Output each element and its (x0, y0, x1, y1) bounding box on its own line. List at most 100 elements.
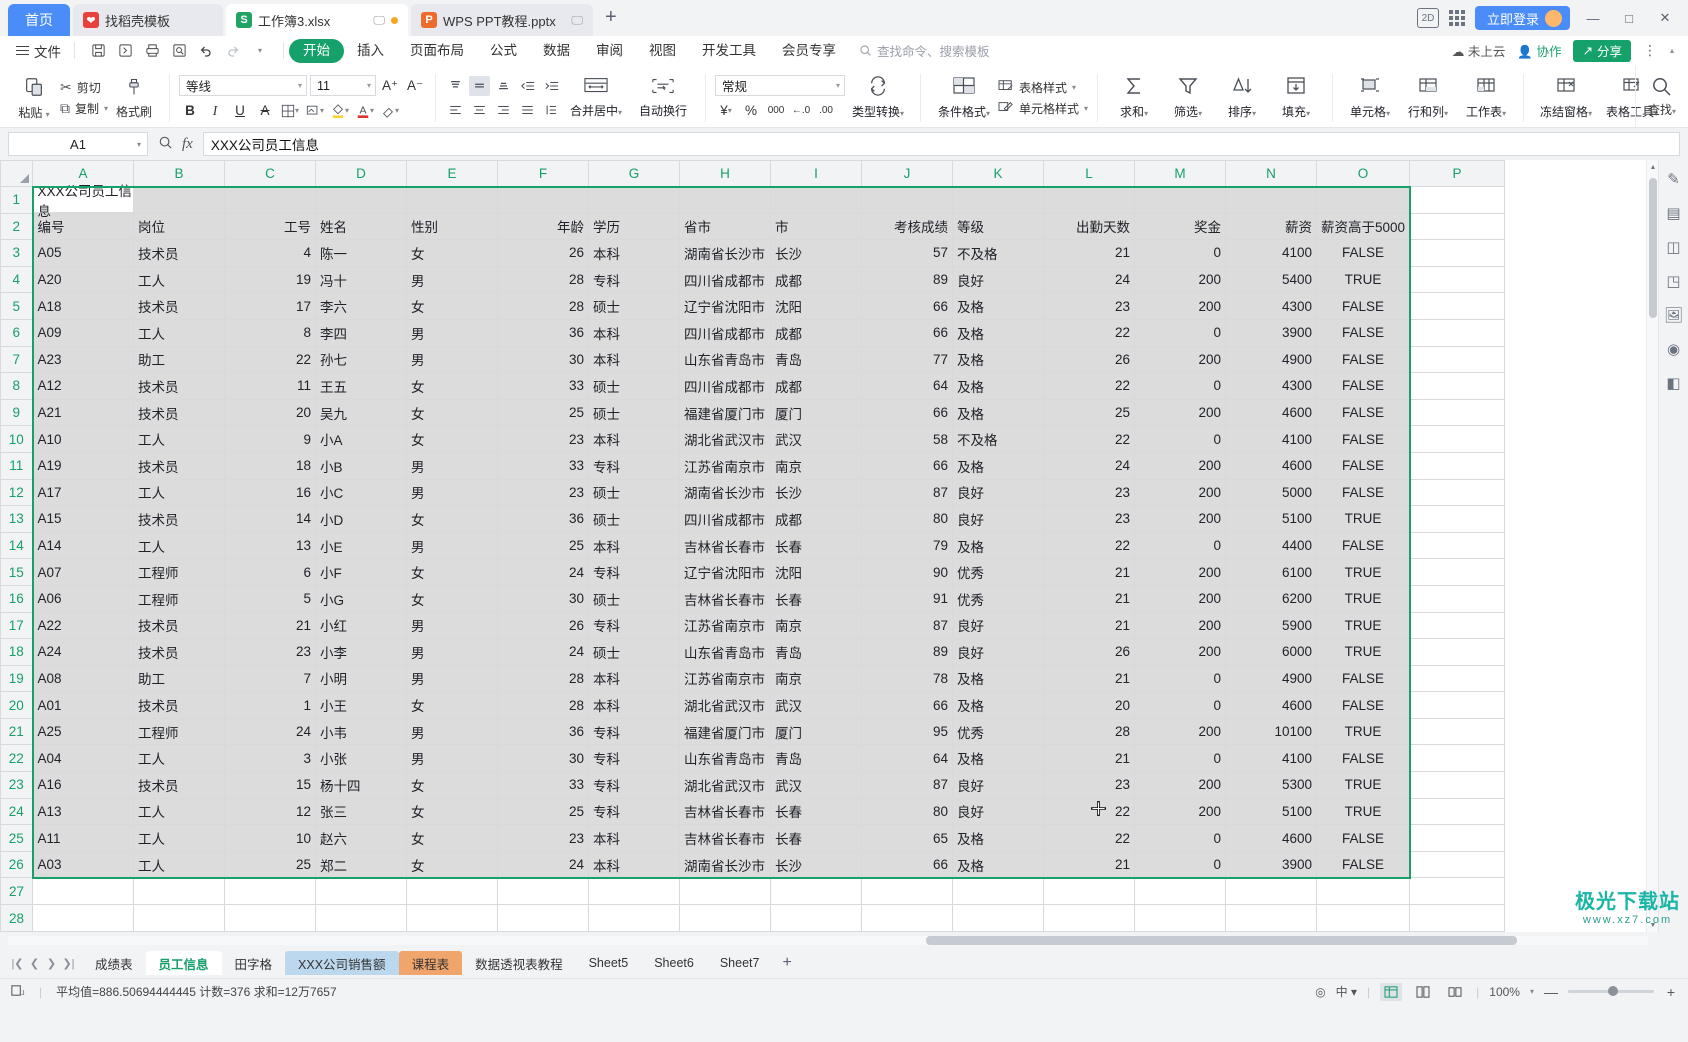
cell[interactable]: 男 (406, 664, 498, 693)
filter-button[interactable]: 筛选▾ (1161, 69, 1215, 127)
column-header-E[interactable]: E (406, 160, 498, 187)
cell[interactable]: 79 (861, 531, 953, 560)
cell[interactable] (224, 186, 316, 214)
cell[interactable] (1134, 904, 1226, 932)
text-orientation-button[interactable] (541, 100, 562, 120)
split-view-icon[interactable]: 2D (1416, 8, 1439, 28)
sheet-tab-sheet7[interactable]: Sheet7 (707, 951, 773, 975)
cell[interactable]: 硕士 (588, 398, 680, 427)
cell[interactable]: 及格 (952, 824, 1044, 852)
cell[interactable]: 优秀 (952, 717, 1044, 746)
freeze-panes-button[interactable]: 冻结窗格▾ (1533, 69, 1599, 127)
row-header-25[interactable]: 25 (0, 824, 34, 852)
cell[interactable]: 25 (497, 797, 589, 826)
conditional-format-button[interactable]: 条件格式▾ (930, 69, 998, 127)
cell[interactable]: 不及格 (952, 239, 1044, 267)
cell[interactable]: 奖金 (1134, 212, 1226, 241)
cell[interactable]: 30 (497, 345, 589, 374)
cell[interactable] (1409, 212, 1506, 241)
cell[interactable]: 200 (1134, 611, 1226, 640)
zoom-icon[interactable] (158, 135, 173, 153)
cell[interactable]: TRUE (1315, 771, 1411, 799)
cell[interactable] (1409, 691, 1506, 719)
cell[interactable]: 0 (1134, 318, 1226, 347)
column-header-C[interactable]: C (224, 160, 316, 187)
cell[interactable]: 33 (497, 372, 589, 400)
row-header-22[interactable]: 22 (0, 744, 34, 773)
cell[interactable]: 湖北省武汉市 (679, 425, 771, 453)
cell[interactable]: 及格 (952, 691, 1044, 719)
cell[interactable]: 78 (861, 664, 953, 693)
cell[interactable]: A05 (32, 239, 134, 267)
cell[interactable] (406, 877, 498, 906)
cell[interactable]: 技术员 (133, 611, 225, 640)
cell[interactable] (224, 904, 316, 932)
cell[interactable]: 10 (224, 824, 316, 852)
cell[interactable]: A15 (32, 505, 134, 533)
cell[interactable]: 湖南省长沙市 (679, 239, 771, 267)
cell[interactable]: 200 (1134, 451, 1226, 480)
cell[interactable]: 200 (1134, 478, 1226, 507)
hscroll-track[interactable] (8, 935, 1648, 945)
cell[interactable]: 硕士 (588, 478, 680, 507)
cell[interactable] (861, 904, 953, 932)
minimize-button[interactable]: — (1580, 11, 1606, 26)
cell[interactable]: 男 (406, 345, 498, 374)
cell[interactable]: 21 (1043, 239, 1135, 267)
worksheet-button[interactable]: 工作表▾ (1458, 69, 1514, 127)
cell[interactable] (1409, 611, 1506, 640)
zoom-level[interactable]: 100% (1489, 985, 1520, 999)
sheet-tab-yuangongxinxi[interactable]: 员工信息 (145, 951, 222, 975)
sheet-tab-kechengbiao[interactable]: 课程表 (398, 951, 463, 975)
fill-color-button[interactable]: ▾ (329, 100, 351, 121)
cell[interactable]: 87 (861, 771, 953, 799)
cell[interactable]: 良好 (952, 478, 1044, 507)
cell[interactable]: 200 (1134, 345, 1226, 374)
cell[interactable]: 66 (861, 850, 953, 879)
cell[interactable]: 小C (315, 478, 407, 507)
cell[interactable]: 23 (1043, 771, 1135, 799)
next-sheet-button[interactable]: ❯ (44, 957, 59, 970)
cell[interactable]: 6200 (1225, 584, 1317, 613)
cell[interactable]: 小F (315, 558, 407, 586)
cell[interactable]: 5100 (1225, 797, 1317, 826)
font-name-select[interactable]: 等线 ▾ (179, 75, 308, 96)
cell[interactable] (1409, 717, 1506, 746)
cell[interactable]: 58 (861, 425, 953, 453)
cell[interactable] (1315, 904, 1411, 932)
cell[interactable]: 本科 (588, 850, 680, 879)
row-header-27[interactable]: 27 (0, 877, 33, 906)
cell[interactable] (1409, 425, 1506, 453)
chart-tools-icon[interactable]: ▤ (1663, 202, 1685, 224)
cell[interactable]: A23 (32, 345, 134, 374)
cell[interactable]: 36 (497, 318, 589, 347)
cell[interactable]: 5000 (1225, 478, 1317, 507)
fill-button[interactable]: 填充▾ (1269, 69, 1323, 127)
increase-font-size-button[interactable]: A⁺ (379, 75, 401, 96)
cell[interactable]: 4400 (1225, 531, 1317, 560)
cell[interactable]: 24 (224, 717, 316, 746)
cell[interactable]: 姓名 (315, 212, 407, 241)
cell[interactable]: 工人 (133, 824, 225, 852)
cell[interactable]: 长沙 (770, 239, 862, 267)
cell[interactable]: 等级 (952, 212, 1044, 241)
cell[interactable]: TRUE (1315, 584, 1411, 613)
cell[interactable]: 21 (1043, 664, 1135, 693)
cell[interactable]: 女 (406, 425, 498, 453)
vertical-scroll-thumb[interactable] (1649, 178, 1657, 318)
row-header-7[interactable]: 7 (0, 345, 34, 374)
accessibility-icon[interactable]: ◎ (1315, 985, 1325, 999)
cell[interactable]: 专科 (588, 797, 680, 826)
table-style-button[interactable]: 表格样式 ▾ (998, 79, 1088, 96)
cell[interactable]: 南京 (770, 664, 862, 693)
cell[interactable] (861, 877, 953, 906)
cell[interactable]: 8 (224, 318, 316, 347)
cell[interactable]: 本科 (588, 664, 680, 693)
cell[interactable]: 小韦 (315, 717, 407, 746)
row-header-21[interactable]: 21 (0, 717, 34, 746)
type-convert-button[interactable]: 类型转换▾ (845, 69, 911, 127)
cell[interactable]: 专科 (588, 451, 680, 480)
merge-center-button[interactable]: 合并居中▾ (562, 69, 630, 127)
cell[interactable] (1409, 292, 1506, 320)
cell[interactable]: 江苏省南京市 (679, 451, 771, 480)
